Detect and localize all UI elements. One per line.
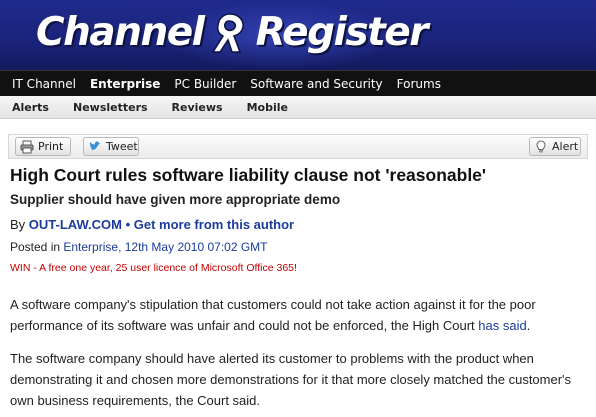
tweet-button[interactable]: Tweet	[83, 137, 139, 156]
logo-figure-icon	[210, 10, 250, 54]
nav-item-forums[interactable]: Forums	[397, 77, 441, 91]
article-headline: High Court rules software liability clau…	[10, 165, 487, 185]
secondary-nav: Alerts Newsletters Reviews Mobile	[0, 96, 596, 119]
twitter-bird-icon	[88, 140, 102, 154]
posted-prefix: Posted in	[10, 240, 64, 254]
nav-item-pc-builder[interactable]: PC Builder	[174, 77, 236, 91]
alert-label: Alert	[552, 140, 579, 153]
printer-icon	[20, 140, 34, 154]
logo-text-right: Register	[255, 9, 429, 55]
primary-nav: IT Channel Enterprise PC Builder Softwar…	[0, 70, 596, 96]
section-link[interactable]: Enterprise	[63, 240, 118, 254]
byline: By OUT-LAW.COM • Get more from this auth…	[10, 217, 590, 232]
paragraph-1-end: .	[526, 318, 531, 333]
print-label: Print	[38, 140, 64, 153]
more-from-author-link[interactable]: Get more from this author	[134, 217, 294, 232]
byline-separator: •	[121, 217, 134, 232]
article-toolbar: Print Tweet Alert	[8, 134, 588, 159]
subnav-item-alerts[interactable]: Alerts	[12, 101, 49, 114]
print-button[interactable]: Print	[15, 137, 71, 156]
paragraph-1-text: A software company's stipulation that cu…	[10, 297, 536, 333]
alert-button[interactable]: Alert	[529, 137, 581, 156]
site-logo[interactable]: Channel Register	[36, 4, 429, 60]
logo-text-left: Channel	[36, 9, 205, 55]
nav-item-enterprise[interactable]: Enterprise	[90, 77, 160, 91]
nav-item-it-channel[interactable]: IT Channel	[12, 77, 76, 91]
article-paragraph-1: A software company's stipulation that cu…	[10, 294, 596, 336]
masthead: Channel Register	[0, 0, 596, 70]
tweet-label: Tweet	[106, 140, 138, 153]
has-said-link[interactable]: has said	[478, 318, 526, 333]
post-date: , 12th May 2010 07:02 GMT	[118, 240, 268, 254]
subnav-item-newsletters[interactable]: Newsletters	[73, 101, 148, 114]
subnav-item-reviews[interactable]: Reviews	[172, 101, 223, 114]
subnav-item-mobile[interactable]: Mobile	[247, 101, 288, 114]
lightbulb-icon	[534, 139, 548, 154]
promo-link[interactable]: WIN - A free one year, 25 user licence o…	[10, 262, 590, 274]
posted-info: Posted in Enterprise, 12th May 2010 07:0…	[10, 240, 590, 254]
nav-item-software-and-security[interactable]: Software and Security	[250, 77, 382, 91]
article-subheadline: Supplier should have given more appropri…	[10, 192, 341, 207]
author-link[interactable]: OUT-LAW.COM	[29, 217, 122, 232]
byline-prefix: By	[10, 217, 29, 232]
article-paragraph-2: The software company should have alerted…	[10, 351, 572, 408]
